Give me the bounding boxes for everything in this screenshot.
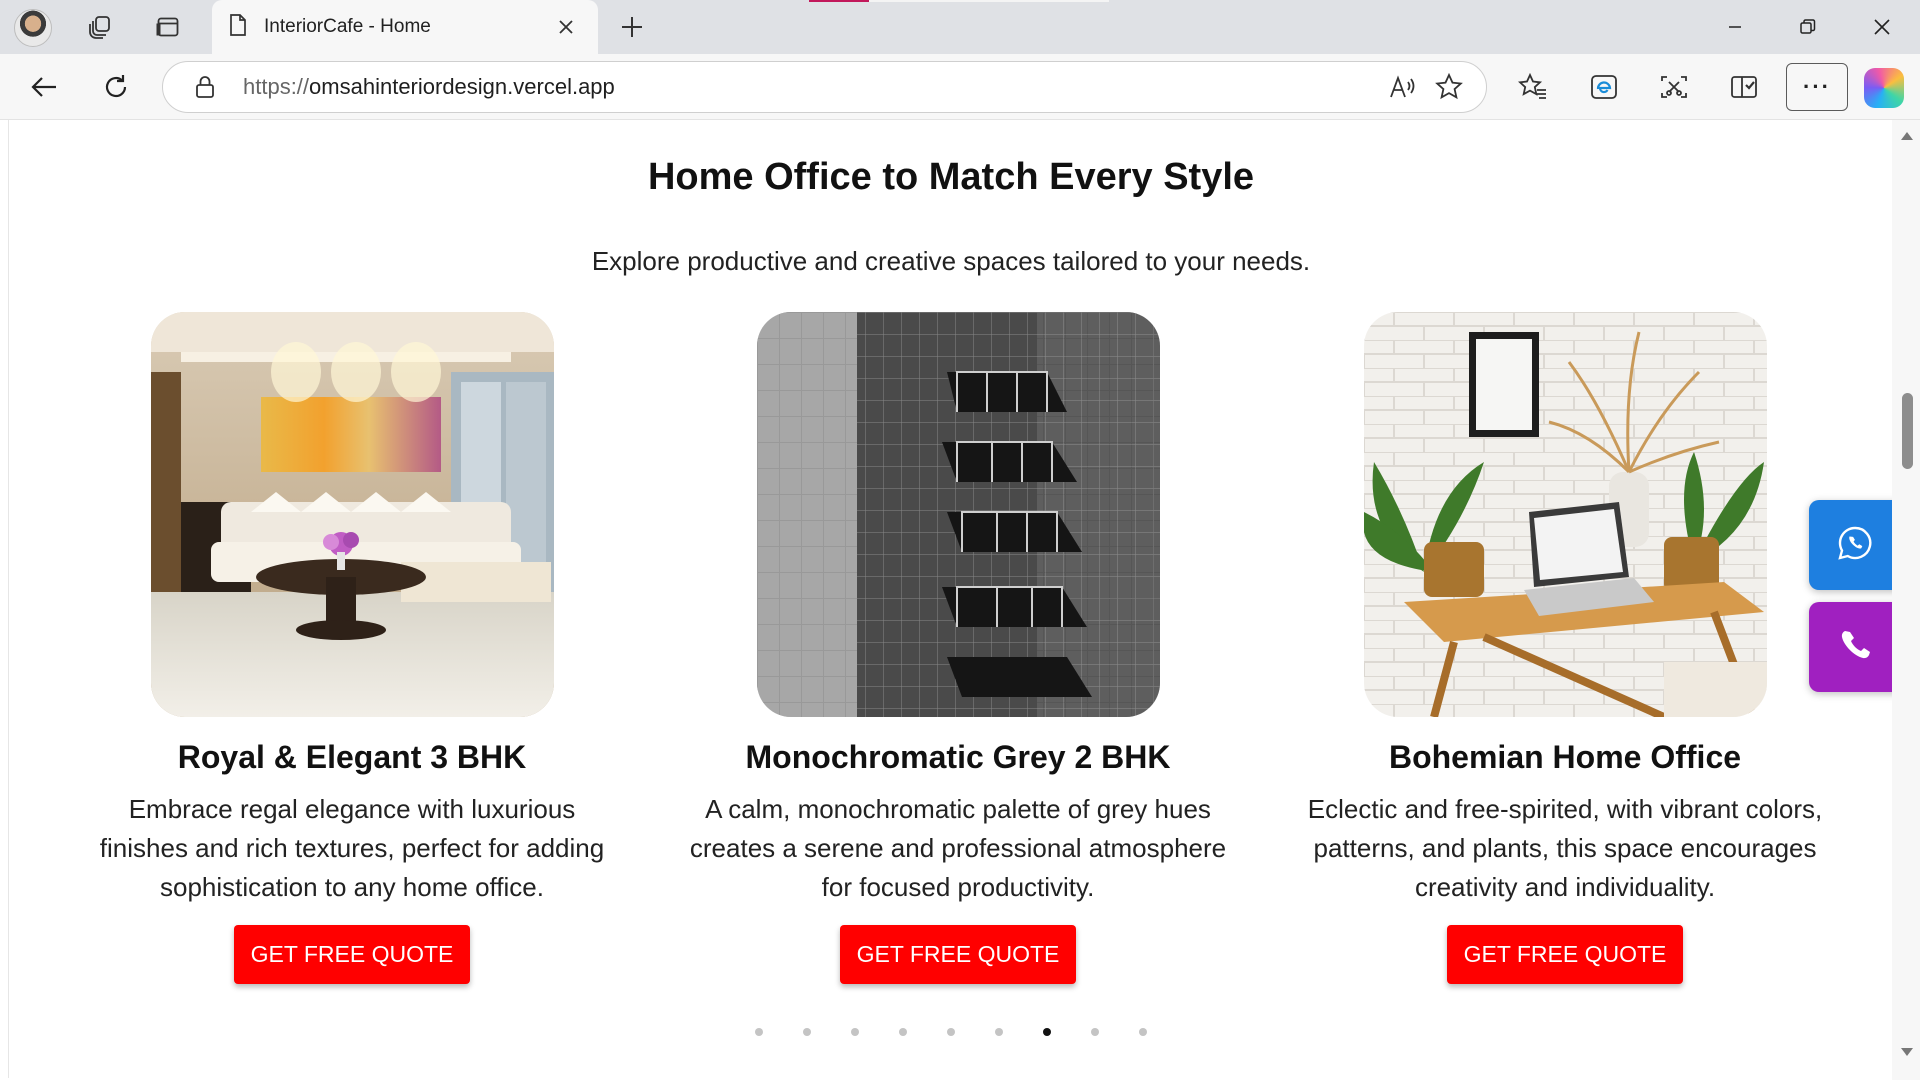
carousel-dot[interactable] (1139, 1028, 1147, 1036)
collections-icon[interactable] (1722, 65, 1766, 109)
url-protocol: https:// (243, 74, 310, 99)
carousel-dot[interactable] (899, 1028, 907, 1036)
new-tab-icon[interactable] (612, 7, 652, 47)
browser-tab-strip: InteriorCafe - Home (0, 0, 1920, 54)
lock-icon[interactable] (191, 73, 219, 101)
get-free-quote-button[interactable]: GET FREE QUOTE (234, 925, 470, 984)
scroll-up-arrow-icon[interactable] (1901, 132, 1913, 140)
tab-interiorcafe-home[interactable]: InteriorCafe - Home (212, 0, 598, 54)
settings-more-button[interactable]: ··· (1786, 63, 1848, 111)
card-title: Monochromatic Grey 2 BHK (745, 739, 1171, 775)
minimize-icon[interactable] (1707, 7, 1763, 47)
design-card: Bohemian Home Office Eclectic and free-s… (1285, 312, 1845, 984)
carousel-dot[interactable] (947, 1028, 955, 1036)
luxury-living-room-image (150, 312, 554, 717)
restore-icon[interactable] (1780, 7, 1836, 47)
favorites-icon[interactable] (1511, 65, 1555, 109)
whatsapp-button[interactable] (1809, 500, 1892, 590)
edge-bar-icon[interactable] (1582, 65, 1626, 109)
url-text[interactable]: https://omsahinteriordesign.vercel.app (243, 74, 1380, 100)
tab-title: InteriorCafe - Home (264, 16, 431, 37)
carousel-dot[interactable] (1091, 1028, 1099, 1036)
screenshot-icon[interactable] (1652, 65, 1696, 109)
tab-strip-highlight (869, 0, 1109, 2)
carousel-dot[interactable] (803, 1028, 811, 1036)
tab-strip-accent (809, 0, 869, 2)
tab-close-icon[interactable] (552, 13, 580, 41)
card-title: Royal & Elegant 3 BHK (177, 739, 527, 775)
read-aloud-icon[interactable] (1380, 64, 1426, 110)
url-host: omsahinteriordesign.vercel.app (309, 74, 615, 99)
vertical-tabs-icon[interactable] (148, 7, 188, 47)
carousel-dot[interactable] (851, 1028, 859, 1036)
get-free-quote-button[interactable]: GET FREE QUOTE (840, 925, 1076, 984)
scroll-down-arrow-icon[interactable] (1901, 1048, 1913, 1056)
card-description: Embrace regal elegance with luxurious fi… (99, 794, 605, 902)
workspaces-icon[interactable] (80, 7, 120, 47)
phone-icon (1838, 628, 1872, 667)
design-card: Monochromatic Grey 2 BHK A calm, monochr… (678, 312, 1238, 984)
favorite-star-icon[interactable] (1426, 64, 1472, 110)
get-free-quote-button[interactable]: GET FREE QUOTE (1447, 925, 1683, 984)
whatsapp-icon (1837, 525, 1873, 566)
browser-toolbar: https://omsahinteriordesign.vercel.app ·… (0, 54, 1920, 120)
address-bar[interactable]: https://omsahinteriordesign.vercel.app (162, 61, 1487, 113)
refresh-icon[interactable] (94, 65, 138, 109)
grey-building-image (756, 312, 1160, 717)
design-card: Royal & Elegant 3 BHK Embrace regal eleg… (72, 312, 632, 984)
carousel-dot[interactable] (755, 1028, 763, 1036)
card-description: Eclectic and free-spirited, with vibrant… (1307, 794, 1823, 902)
page-content: Home Office to Match Every Style Explore… (8, 120, 1892, 1078)
page-viewport: Home Office to Match Every Style Explore… (8, 120, 1892, 1078)
card-title: Bohemian Home Office (1388, 739, 1742, 775)
page-document-icon (228, 13, 248, 42)
copilot-icon[interactable] (1864, 68, 1904, 108)
carousel-dot[interactable] (995, 1028, 1003, 1036)
carousel-dots (9, 1028, 1892, 1036)
page-scrollbar[interactable] (1892, 120, 1920, 1080)
section-title: Home Office to Match Every Style (647, 156, 1255, 198)
carousel-dot[interactable] (1043, 1028, 1051, 1036)
bohemian-office-image (1363, 312, 1767, 717)
section-subtitle: Explore productive and creative spaces t… (591, 246, 1311, 276)
phone-call-button[interactable] (1809, 602, 1892, 692)
back-icon[interactable] (22, 65, 66, 109)
window-close-icon[interactable] (1854, 7, 1910, 47)
card-description: A calm, monochromatic palette of grey hu… (689, 794, 1227, 902)
profile-avatar[interactable] (14, 9, 52, 47)
scrollbar-thumb[interactable] (1902, 393, 1913, 469)
